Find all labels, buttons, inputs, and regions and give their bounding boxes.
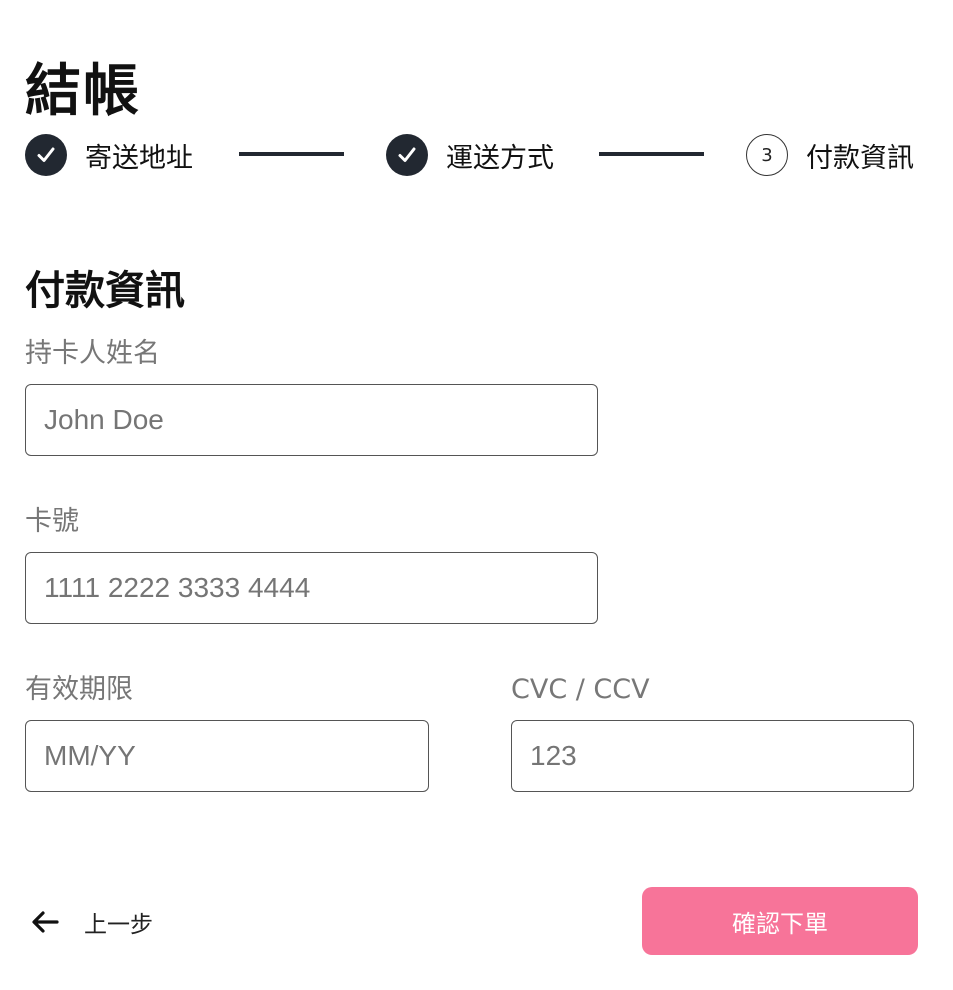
- cvc-input[interactable]: [511, 720, 914, 792]
- step-number: 3: [746, 134, 788, 176]
- card-number-input[interactable]: [25, 552, 598, 624]
- back-label: 上一步: [84, 912, 153, 938]
- checkout-stepper: 寄送地址 運送方式 3 付款資訊: [25, 133, 925, 177]
- cardholder-label: 持卡人姓名: [25, 338, 160, 369]
- step-shipping-method: 運送方式: [386, 133, 554, 177]
- section-title: 付款資訊: [25, 268, 185, 315]
- arrow-left-icon: [30, 910, 60, 934]
- page-title: 結帳: [25, 58, 141, 124]
- step-connector: [239, 152, 344, 156]
- check-icon: [25, 134, 67, 176]
- cvc-label: CVC / CCV: [511, 674, 650, 705]
- step-label: 寄送地址: [85, 142, 193, 174]
- check-icon: [386, 134, 428, 176]
- step-label: 運送方式: [446, 142, 554, 174]
- expiry-input[interactable]: [25, 720, 429, 792]
- confirm-order-button[interactable]: 確認下單: [642, 887, 918, 955]
- step-payment-info: 3 付款資訊: [746, 133, 914, 177]
- back-button[interactable]: 上一步: [30, 898, 153, 946]
- step-shipping-address: 寄送地址: [25, 133, 193, 177]
- cardholder-name-input[interactable]: [25, 384, 598, 456]
- step-connector: [599, 152, 704, 156]
- expiry-label: 有效期限: [25, 674, 133, 705]
- card-number-label: 卡號: [25, 506, 79, 537]
- step-label: 付款資訊: [806, 142, 914, 174]
